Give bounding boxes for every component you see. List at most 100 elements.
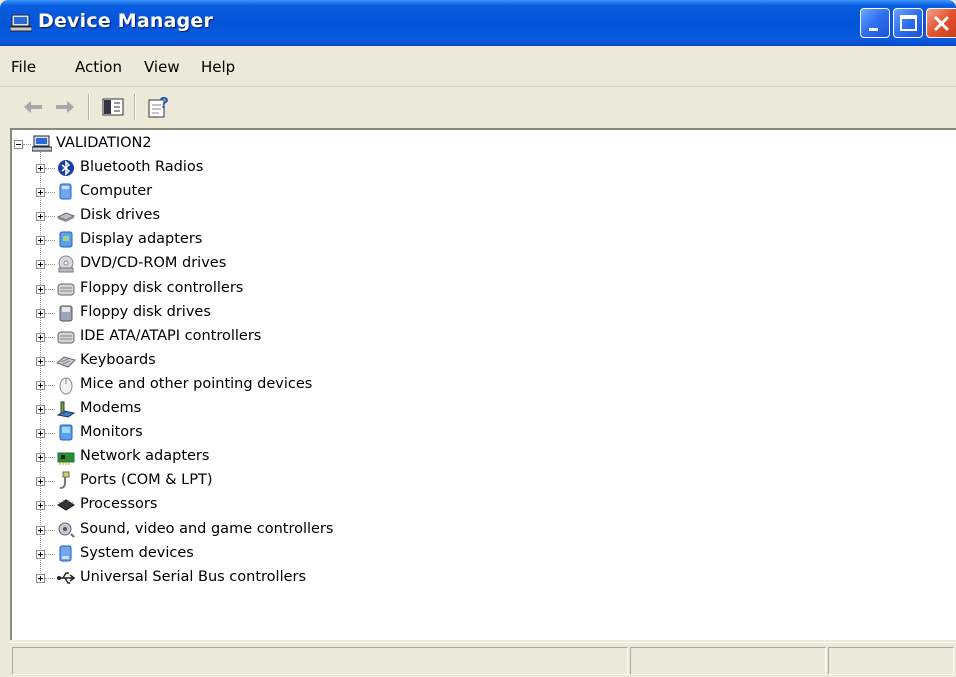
expand-icon[interactable] [36,429,45,439]
tree-item[interactable]: Universal Serial Bus controllers [12,568,512,590]
port-icon [56,471,76,491]
monitor-icon [56,423,76,443]
tree-item[interactable]: Floppy disk controllers [12,279,512,301]
toolbar-separator [134,94,136,120]
expand-icon[interactable] [36,332,45,342]
expand-icon[interactable] [36,308,45,318]
tree-item[interactable]: Floppy disk drives [12,303,512,325]
tree-item[interactable]: Modems [12,399,512,421]
tree-item-label: Computer [80,183,153,200]
processor-icon [56,495,76,515]
keyboard-icon [56,351,76,371]
tree-item[interactable]: Network adapters [12,447,512,469]
status-bar [10,642,956,677]
tree-item[interactable]: Mice and other pointing devices [12,375,512,397]
computer-icon [31,134,53,154]
maximize-button[interactable] [893,8,923,38]
back-arrow-icon[interactable] [20,94,46,120]
tree-item[interactable]: Sound, video and game controllers [12,520,512,542]
expand-icon[interactable] [36,380,45,390]
status-panel-2 [630,647,826,675]
tree-item[interactable]: Disk drives [12,206,512,228]
tree-item-label: Bluetooth Radios [80,159,204,175]
expand-icon[interactable] [36,549,45,559]
modem-icon [56,399,76,419]
bluetooth-icon [56,158,76,178]
expand-icon[interactable] [36,405,45,414]
device-manager-window: Device Manager File Action View Help ? V… [0,0,956,677]
tree-root-label: VALIDATION2 [56,135,152,151]
expand-icon[interactable] [36,501,45,511]
menu-action[interactable]: Action [75,58,122,76]
computer-icon [56,182,76,202]
menu-help[interactable]: Help [201,58,235,76]
mouse-icon [56,375,76,395]
tree-item-label: IDE ATA/ATAPI controllers [80,327,262,344]
expand-icon[interactable] [36,188,45,198]
close-icon [933,15,950,32]
window-title: Device Manager [38,10,214,32]
toolbar-separator [88,94,90,120]
menu-file[interactable]: File [11,58,36,76]
tree-item-label: Network adapters [80,448,210,465]
tree-item[interactable]: DVD/CD-ROM drives [12,254,512,276]
tree-item-label: Floppy disk controllers [80,279,244,296]
tree-item-label: Floppy disk drives [80,303,211,320]
tree-item[interactable]: Monitors [12,423,512,445]
expand-icon[interactable] [36,356,45,366]
tree-item[interactable]: Bluetooth Radios [12,158,512,180]
disk-drive-icon [56,206,76,226]
expand-icon[interactable] [36,236,45,246]
expand-icon[interactable] [36,284,45,294]
forward-arrow-icon[interactable] [52,94,78,120]
controller-icon [56,327,76,347]
usb-icon [56,568,76,588]
properties-help-icon[interactable]: ? [146,94,172,120]
tree-root[interactable]: VALIDATION2 [12,134,412,156]
expand-icon[interactable] [36,453,45,463]
tree-item[interactable]: Processors [12,495,512,517]
expand-icon[interactable] [36,525,45,535]
minimize-button[interactable] [860,8,890,38]
tree-item-label: Display adapters [80,231,203,248]
menu-view[interactable]: View [144,58,180,76]
expand-icon[interactable] [36,212,45,222]
title-bar[interactable]: Device Manager [0,0,956,46]
toolbar: ? [0,88,956,126]
system-device-icon [56,544,76,564]
tree-item[interactable]: IDE ATA/ATAPI controllers [12,327,512,349]
expand-icon[interactable] [36,573,45,583]
tree-item-label: Sound, video and game controllers [80,520,334,537]
tree-item[interactable]: System devices [12,544,512,566]
tree-item-label: Mice and other pointing devices [80,375,313,392]
expand-icon[interactable] [36,164,45,173]
tree-item-label: Monitors [80,424,143,441]
computer-icon [9,14,33,32]
collapse-icon[interactable] [14,140,23,149]
tree-item-label: System devices [80,544,194,561]
expand-icon[interactable] [36,260,45,270]
floppy-icon [56,303,76,323]
close-button[interactable] [926,8,956,38]
expand-icon[interactable] [36,477,45,487]
tree-item[interactable]: Computer [12,182,512,204]
display-adapter-icon [56,230,76,250]
tree-item-label: Keyboards [80,351,156,368]
status-panel-3 [828,647,954,675]
menu-bar: File Action View Help [0,48,956,87]
tree-item-label: DVD/CD-ROM drives [80,255,227,272]
tree-item[interactable]: Display adapters [12,230,512,252]
tree-item-label: Universal Serial Bus controllers [80,568,307,585]
tree-item[interactable]: Keyboards [12,351,512,373]
tree-item[interactable]: Ports (COM & LPT) [12,471,512,493]
tree-item-label: Disk drives [80,207,161,224]
svg-text:?: ? [159,95,169,112]
show-hide-console-tree-icon[interactable] [100,94,126,120]
device-tree[interactable]: VALIDATION2 Bluetooth Radios Computer Disk… [10,128,956,640]
tree-item-label: Modems [80,400,142,416]
maximize-icon [900,15,917,31]
controller-icon [56,279,76,299]
cdrom-icon [56,254,76,274]
status-panel-main [12,647,628,675]
network-adapter-icon [56,447,76,467]
